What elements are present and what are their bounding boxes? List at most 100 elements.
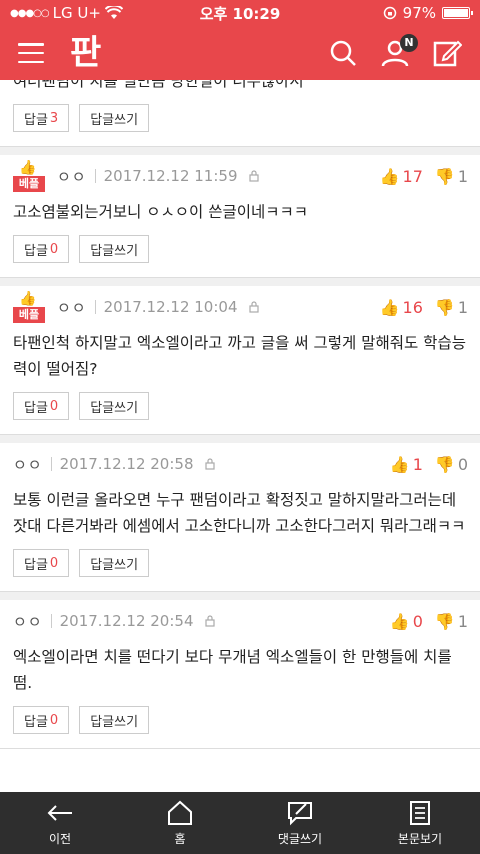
downvote-button[interactable]: 👎 0 (435, 455, 468, 474)
upvote-count: 17 (402, 166, 423, 186)
clock: 오후 10:29 (199, 4, 281, 23)
best-label: 베플 (13, 176, 45, 192)
rotation-lock-icon (383, 6, 396, 20)
downvote-button[interactable]: 👎 1 (435, 612, 468, 631)
thumbs-up-icon: 👍 (389, 454, 410, 474)
nav-view-post-label: 본문보기 (397, 831, 443, 846)
reply-label: 답글 (24, 557, 48, 573)
reply-count-button[interactable]: 답글 0 (13, 549, 70, 577)
thumbs-up-icon: 👍 (379, 166, 400, 186)
upvote-count: 1 (412, 454, 423, 474)
write-reply-button[interactable]: 답글쓰기 (79, 235, 150, 263)
document-icon (410, 800, 430, 825)
write-reply-button[interactable]: 답글쓰기 (79, 392, 150, 420)
lock-icon (204, 615, 215, 627)
reply-count: 0 (49, 241, 59, 257)
reply-label: 답글 (24, 243, 48, 259)
wifi-icon (104, 6, 123, 19)
nav-back[interactable]: 이전 (0, 792, 120, 854)
thumbs-down-icon: 👎 (434, 297, 455, 317)
comment-item: 👍 베플 ㅇㅇ 2017.12.12 10:04 👍 16 👎 1 타팬인척 하… (0, 278, 480, 435)
downvote-count: 1 (457, 297, 468, 317)
downvote-count: 0 (457, 454, 468, 474)
reply-count-button[interactable]: 답글 0 (13, 706, 70, 734)
thumbs-down-icon: 👎 (434, 611, 455, 631)
comment-text: 보통 이런글 올라오면 누구 팬덤이라고 확정짓고 말하지말라그러는데 잣대 다… (13, 491, 466, 535)
reply-count-button[interactable]: 답글 0 (13, 392, 70, 420)
home-icon (168, 800, 192, 825)
comment-date: 2017.12.12 20:58 (59, 455, 194, 473)
write-reply-button[interactable]: 답글쓰기 (79, 104, 150, 132)
best-comment-badge: 👍 베플 (13, 291, 45, 323)
app-bar: 판 N (0, 26, 480, 80)
upvote-button[interactable]: 👍 16 (380, 298, 423, 317)
menu-icon[interactable] (18, 43, 44, 63)
nav-write-comment-label: 댓글쓰기 (277, 831, 323, 846)
battery-icon (442, 7, 473, 19)
upvote-button[interactable]: 👍 17 (380, 167, 423, 186)
downvote-count: 1 (457, 611, 468, 631)
signal-icon: ●●●○○ (10, 7, 50, 19)
write-reply-button[interactable]: 답글쓰기 (79, 549, 150, 577)
nav-write-comment[interactable]: 댓글쓰기 (240, 792, 360, 854)
app-logo[interactable]: 판 (70, 36, 101, 70)
upvote-count: 0 (412, 611, 423, 631)
nav-back-label: 이전 (48, 831, 72, 846)
thumbs-up-icon: 👍 (389, 611, 410, 631)
comment-date: 2017.12.12 20:54 (59, 612, 194, 630)
upvote-count: 16 (402, 297, 423, 317)
account-button[interactable]: N (380, 34, 418, 68)
comment-text: 타팬인척 하지말고 엑소엘이라고 까고 글을 써 그렇게 말해줘도 학습능력이 … (13, 334, 466, 378)
reply-count: 0 (49, 398, 59, 414)
thumbs-up-icon: 👍 (19, 160, 37, 176)
compose-icon[interactable] (432, 38, 462, 68)
reply-label: 답글 (24, 714, 48, 730)
comment-date: 2017.12.12 11:59 (103, 167, 238, 185)
comment-author[interactable]: ㅇㅇ (57, 166, 87, 187)
nav-home-label: 홈 (174, 831, 186, 846)
lock-icon (248, 301, 259, 313)
lock-icon (248, 170, 259, 182)
back-arrow-icon (47, 804, 72, 821)
battery-percent: 97% (402, 4, 436, 22)
nav-view-post[interactable]: 본문보기 (360, 792, 480, 854)
comment-author[interactable]: ㅇㅇ (57, 297, 87, 318)
comment-fragment: 여러팬덤이 치를 떨만큼 당한일이 너무많아서 답글 3 답글쓰기 (0, 80, 480, 147)
comment-author[interactable]: ㅇㅇ (13, 454, 43, 475)
comment-item: ㅇㅇ 2017.12.12 20:58 👍 1 👎 0 보통 이런글 올라오면 … (0, 435, 480, 592)
reply-count: 0 (49, 555, 59, 571)
thumbs-up-icon: 👍 (19, 291, 37, 307)
reply-label: 답글 (24, 400, 48, 416)
comment-list: 여러팬덤이 치를 떨만큼 당한일이 너무많아서 답글 3 답글쓰기 👍 베플 ㅇㅇ… (0, 80, 480, 792)
thumbs-down-icon: 👎 (434, 454, 455, 474)
write-reply-button[interactable]: 답글쓰기 (79, 706, 150, 734)
reply-count-button[interactable]: 답글 3 (13, 104, 70, 132)
search-icon[interactable] (328, 38, 358, 68)
reply-count: 3 (49, 110, 59, 126)
upvote-button[interactable]: 👍 1 (390, 455, 423, 474)
comment-text: 엑소엘이라면 치를 떤다기 보다 무개념 엑소엘들이 한 만행들에 치를 떰. (13, 648, 452, 692)
comment-author[interactable]: ㅇㅇ (13, 611, 43, 632)
reply-count: 0 (49, 712, 59, 728)
comment-text: 고소염불외는거보니 ㅇㅅㅇ이 쓴글이네ㅋㅋㅋ (13, 203, 309, 221)
divider (50, 457, 52, 471)
status-bar: ●●●○○ LG U+ 오후 10:29 97% (0, 0, 480, 26)
divider (94, 300, 96, 314)
thumbs-down-icon: 👎 (434, 166, 455, 186)
carrier: LG U+ (52, 4, 101, 22)
best-comment-badge: 👍 베플 (13, 160, 45, 192)
downvote-button[interactable]: 👎 1 (435, 298, 468, 317)
lock-icon (204, 458, 215, 470)
comment-item: 👍 베플 ㅇㅇ 2017.12.12 11:59 👍 17 👎 1 고소염불외는… (0, 147, 480, 278)
downvote-button[interactable]: 👎 1 (435, 167, 468, 186)
comment-date: 2017.12.12 10:04 (103, 298, 238, 316)
thumbs-up-icon: 👍 (379, 297, 400, 317)
divider (94, 169, 96, 183)
notification-badge: N (400, 34, 418, 52)
reply-count-button[interactable]: 답글 0 (13, 235, 70, 263)
downvote-count: 1 (457, 166, 468, 186)
upvote-button[interactable]: 👍 0 (390, 612, 423, 631)
nav-home[interactable]: 홈 (120, 792, 240, 854)
comment-item: ㅇㅇ 2017.12.12 20:54 👍 0 👎 1 엑소엘이라면 치를 떤다… (0, 592, 480, 749)
best-label: 베플 (13, 307, 45, 323)
